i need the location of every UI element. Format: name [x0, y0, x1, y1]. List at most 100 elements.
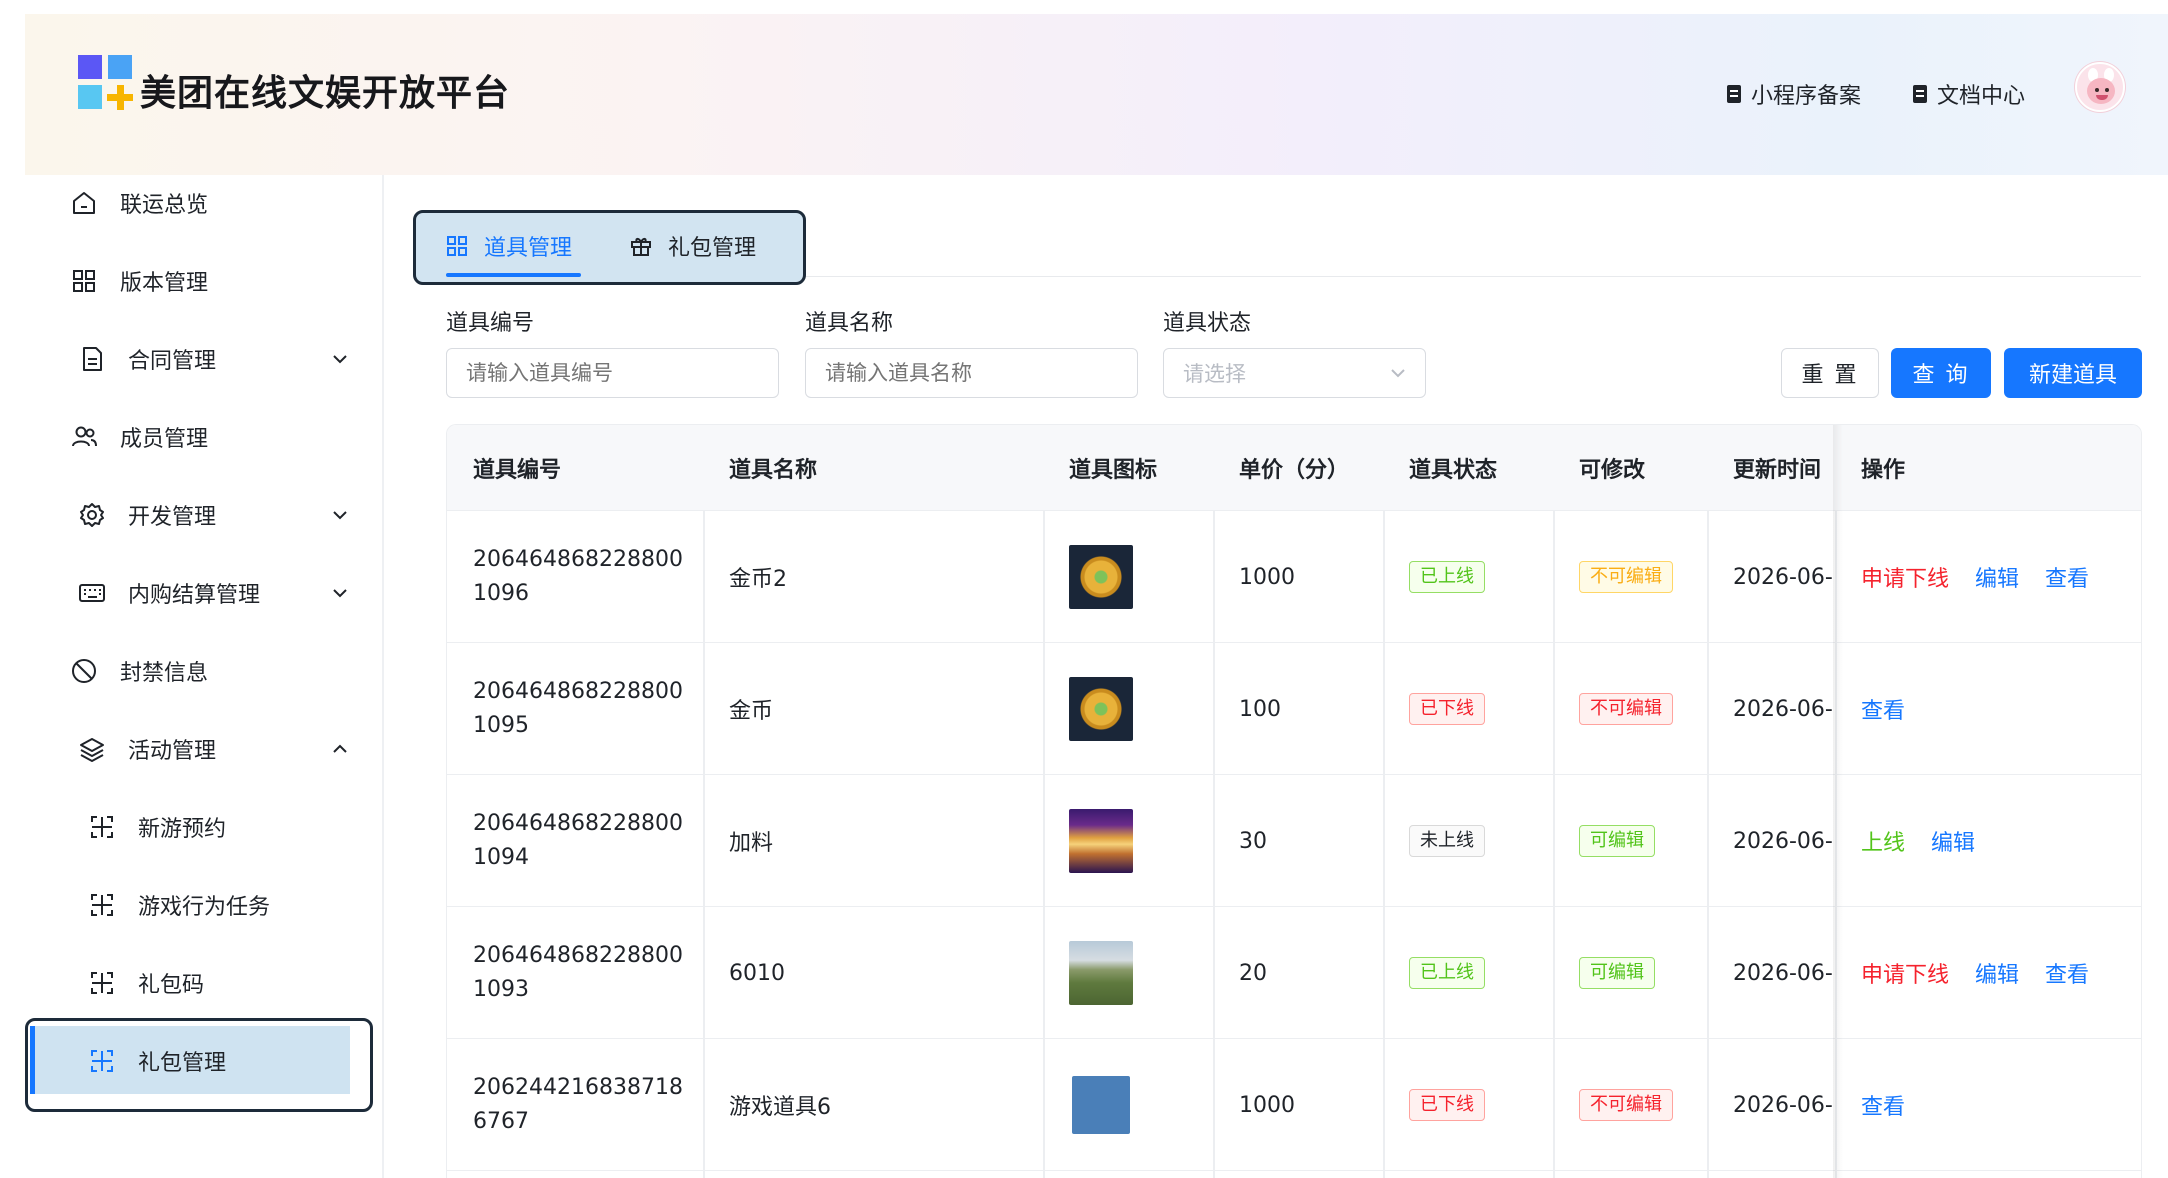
doc-center-link[interactable]: 文档中心 — [1913, 78, 2025, 110]
platform-logo-icon — [78, 55, 134, 111]
item-name-cell: 游戏道具6 — [729, 1095, 831, 1120]
status-badge: 已下线 — [1409, 693, 1485, 725]
tab-gift-management[interactable]: 礼包管理 — [630, 226, 756, 266]
status-badge: 已下线 — [1409, 1089, 1485, 1121]
item-icon-cell — [1043, 643, 1133, 775]
sidebar-item-activity[interactable]: 活动管理 — [78, 727, 350, 771]
tab-item-management[interactable]: 道具管理 — [446, 226, 572, 266]
sidebar-item-label: 合同管理 — [128, 349, 217, 374]
table-row: 206244216838718 6767 游戏道具6 1000 已下线 不可编辑… — [447, 1039, 2141, 1171]
sidebar-item-members[interactable]: 成员管理 — [70, 415, 350, 459]
table-header: 道具编号 道具名称 道具图标 单价（分） 道具状态 可修改 更新时间 操作 — [447, 425, 2141, 511]
item-id-input[interactable] — [446, 348, 779, 398]
column-header-item-icon: 道具图标 — [1069, 458, 1158, 483]
brand-title: 美团在线文娱开放平台 — [140, 73, 511, 114]
gold-coin-icon — [1069, 545, 1133, 609]
ban-icon — [70, 657, 98, 685]
query-button[interactable]: 查 询 — [1891, 348, 1991, 398]
item-icon-cell — [1043, 1039, 1130, 1171]
sidebar-item-label: 内购结算管理 — [128, 583, 261, 608]
sidebar-item-label: 开发管理 — [128, 505, 217, 530]
price-cell: 30 — [1239, 828, 1267, 854]
status-cell: 已下线 — [1383, 1039, 1485, 1171]
sidebar-subitem-new-game-reservation[interactable]: 新游预约 — [88, 805, 350, 849]
chevron-up-icon — [330, 739, 350, 759]
editable-badge: 不可编辑 — [1579, 693, 1673, 725]
item-id-cell: 206464868228800 1095 — [473, 679, 683, 738]
sidebar-item-label: 礼包码 — [138, 973, 205, 998]
view-link[interactable]: 查看 — [2045, 957, 2089, 989]
table-row: 206464868228800 1096 金币2 1000 已上线 不可编辑 2… — [447, 511, 2141, 643]
sidebar-item-label: 新游预约 — [138, 817, 227, 842]
sidebar-item-label: 游戏行为任务 — [138, 895, 271, 920]
item-name-cell: 加料 — [729, 831, 774, 856]
tab-label: 礼包管理 — [668, 236, 757, 261]
frame-icon — [88, 969, 116, 997]
editable-badge: 可编辑 — [1579, 825, 1655, 857]
user-avatar[interactable] — [2075, 62, 2125, 112]
document-icon — [78, 345, 106, 373]
price-cell: 1000 — [1239, 564, 1295, 590]
item-status-label: 道具状态 — [1163, 311, 1252, 336]
editable-badge: 可编辑 — [1579, 957, 1655, 989]
chevron-down-icon — [330, 349, 350, 369]
price-cell: 20 — [1239, 960, 1267, 986]
column-header-item-id: 道具编号 — [473, 458, 562, 483]
sidebar-item-contract[interactable]: 合同管理 — [78, 337, 350, 381]
sidebar-item-overview[interactable]: 联运总览 — [70, 181, 350, 225]
sidebar-item-version[interactable]: 版本管理 — [70, 259, 350, 303]
document-icon — [1913, 85, 1927, 103]
blue-square-icon — [1072, 1076, 1130, 1134]
item-status-select[interactable]: 请选择 — [1163, 348, 1426, 398]
editable-cell: 不可编辑 — [1553, 511, 1673, 643]
sidebar-item-label: 联运总览 — [120, 193, 209, 218]
request-offline-link[interactable]: 申请下线 — [1861, 957, 1949, 989]
landscape-image-icon — [1069, 941, 1133, 1005]
edit-link[interactable]: 编辑 — [1975, 561, 2019, 593]
update-time-cell: 2026-06- — [1733, 828, 1833, 854]
sidebar-item-development[interactable]: 开发管理 — [78, 493, 350, 537]
miniprogram-filing-link[interactable]: 小程序备案 — [1727, 78, 1861, 110]
update-time-cell: 2026-06- — [1733, 564, 1833, 590]
status-cell: 已下线 — [1383, 643, 1485, 775]
chevron-down-icon — [330, 505, 350, 525]
status-cell: 未上线 — [1383, 775, 1485, 907]
sidebar-item-ban-info[interactable]: 封禁信息 — [70, 649, 350, 693]
miniprogram-filing-label: 小程序备案 — [1751, 84, 1862, 109]
item-name-input[interactable] — [805, 348, 1138, 398]
grid-icon — [70, 267, 98, 295]
request-offline-link[interactable]: 申请下线 — [1861, 561, 1949, 593]
edit-link[interactable]: 编辑 — [1975, 957, 2019, 989]
chevron-down-icon — [1389, 364, 1407, 382]
price-cell: 1000 — [1239, 1092, 1295, 1118]
sunset-image-icon — [1069, 809, 1133, 873]
sidebar-subitem-gift-management[interactable]: 礼包管理 — [88, 1039, 350, 1083]
status-badge: 已上线 — [1409, 957, 1485, 989]
column-header-price: 单价（分） — [1239, 458, 1350, 483]
reset-button[interactable]: 重 置 — [1781, 348, 1879, 398]
item-id-cell: 206464868228800 1093 — [473, 943, 683, 1002]
sidebar-subitem-gift-code[interactable]: 礼包码 — [88, 961, 350, 1005]
editable-cell: 不可编辑 — [1553, 643, 1673, 775]
item-icon-cell — [1043, 775, 1133, 907]
actions-cell: 申请下线 编辑 查看 — [1835, 907, 2115, 1039]
go-online-link[interactable]: 上线 — [1861, 825, 1905, 857]
status-badge: 已上线 — [1409, 561, 1485, 593]
sidebar-item-label: 礼包管理 — [138, 1051, 227, 1076]
actions-cell: 申请下线 编辑 查看 — [1835, 511, 2115, 643]
table-row: 206464868228800 1093 6010 20 已上线 可编辑 202… — [447, 907, 2141, 1039]
column-header-update-time: 更新时间 — [1733, 458, 1822, 483]
view-link[interactable]: 查看 — [1861, 1089, 1905, 1121]
new-item-button[interactable]: 新建道具 — [2004, 348, 2142, 398]
sidebar-subitem-game-task[interactable]: 游戏行为任务 — [88, 883, 350, 927]
status-cell: 已上线 — [1383, 907, 1485, 1039]
edit-link[interactable]: 编辑 — [1931, 825, 1975, 857]
column-header-status: 道具状态 — [1409, 458, 1498, 483]
view-link[interactable]: 查看 — [2045, 561, 2089, 593]
fixed-column-shadow — [1833, 425, 1843, 1178]
view-link[interactable]: 查看 — [1861, 693, 1905, 725]
item-id-cell: 206244216838718 6767 — [473, 1075, 683, 1134]
sidebar-item-iap-settlement[interactable]: 内购结算管理 — [78, 571, 350, 615]
tab-label: 道具管理 — [484, 236, 573, 261]
gold-coin-icon — [1069, 677, 1133, 741]
